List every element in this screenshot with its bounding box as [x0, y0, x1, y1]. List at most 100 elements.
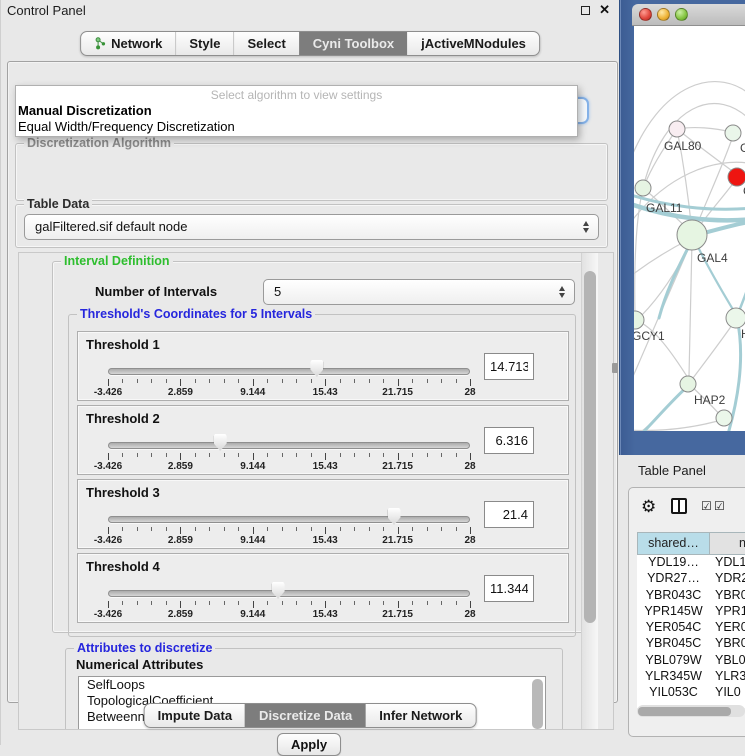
scrollbar-thumb[interactable]	[584, 271, 596, 623]
cell-name: YDR2	[710, 571, 745, 587]
threshold-value-field[interactable]	[484, 575, 534, 602]
tab-impute-data[interactable]: Impute Data	[145, 704, 245, 727]
network-node[interactable]	[680, 376, 696, 392]
algorithm-option-manual-discretization[interactable]: Manual Discretization	[16, 103, 577, 119]
cell-shared-name: YDL19…	[637, 555, 710, 571]
tick-mark	[311, 601, 312, 605]
slider-track[interactable]	[108, 516, 470, 523]
gear-icon[interactable]: ⚙	[641, 496, 656, 518]
table-row[interactable]: YLR345WYLR3	[637, 669, 745, 685]
tab-cyni-toolbox[interactable]: Cyni Toolbox	[299, 32, 407, 55]
network-nodes	[634, 121, 745, 426]
tick-mark	[267, 453, 268, 457]
threshold-value-field[interactable]	[484, 353, 534, 380]
checkbox-icon[interactable]: ☑	[714, 499, 725, 513]
tick-mark	[311, 527, 312, 531]
zoom-traffic-light-icon[interactable]	[675, 8, 688, 21]
group-title-table-data: Table Data	[24, 197, 92, 211]
tick-mark	[166, 379, 167, 383]
tick-mark	[180, 379, 181, 386]
threshold-value-field[interactable]	[484, 427, 534, 454]
split-divider-handle[interactable]	[612, 363, 618, 373]
panel-title: Control Panel	[7, 3, 86, 18]
tab-discretize-data[interactable]: Discretize Data	[245, 704, 365, 727]
table-row[interactable]: YIL053CYIL0	[637, 685, 745, 701]
number-of-intervals-combobox[interactable]: 5	[263, 279, 575, 305]
table-body: YDL19…YDL1YDR27…YDR2YBR043CYBR0YPR145WYP…	[637, 555, 745, 708]
settings-scroll-area: Interval Definition Number of Intervals …	[18, 252, 614, 730]
slider-tick-labels: -3.4262.8599.14415.4321.71528	[108, 461, 470, 473]
node-label-gal11: GAL11	[646, 201, 683, 215]
tick-mark	[398, 453, 399, 460]
tab-select[interactable]: Select	[233, 32, 298, 55]
close-icon[interactable]: ✕	[599, 2, 610, 18]
tick-mark	[137, 453, 138, 457]
combobox-stepper-icon[interactable]	[559, 286, 565, 298]
discretization-algorithm-group: Discretization Algorithm	[15, 143, 608, 201]
minimize-traffic-light-icon[interactable]	[657, 8, 670, 21]
tick-mark	[398, 527, 399, 534]
table-row[interactable]: YDL19…YDL1	[637, 555, 745, 571]
cell-shared-name: YER054C	[637, 620, 710, 636]
right-region: GAL80GCGAL11GAL4GCY1HHAP2 Table Panel ⚙ …	[619, 0, 745, 745]
tick-label: 2.859	[168, 609, 193, 620]
network-node[interactable]	[725, 125, 741, 141]
tab-label: jActiveMNodules	[421, 32, 526, 56]
slider-track[interactable]	[108, 442, 470, 449]
tick-mark	[238, 601, 239, 605]
table-data-combobox[interactable]: galFiltered.sif default node	[24, 214, 599, 240]
threshold-label: Threshold 2	[86, 411, 160, 426]
network-window-titlebar[interactable]	[632, 4, 745, 26]
tick-mark	[253, 601, 254, 608]
slider-tick-labels: -3.4262.8599.14415.4321.71528	[108, 535, 470, 547]
tick-label: 9.144	[240, 609, 265, 620]
tick-mark	[470, 453, 471, 460]
tab-network[interactable]: Network	[81, 32, 175, 55]
tab-label: Network	[111, 32, 162, 56]
threshold-value-field[interactable]	[484, 501, 534, 528]
cyni-toolbox-panel: Discretization Algorithm Table Data galF…	[7, 61, 618, 703]
network-node[interactable]	[677, 220, 707, 250]
float-window-icon[interactable]	[581, 6, 590, 15]
table-row[interactable]: YER054CYER0	[637, 620, 745, 636]
combobox-stepper-icon[interactable]	[583, 221, 589, 233]
tick-label: 28	[464, 387, 475, 398]
algorithm-option-equal-width-frequency-discretization[interactable]: Equal Width/Frequency Discretization	[16, 119, 577, 135]
network-node[interactable]	[716, 410, 732, 426]
table-row[interactable]: YDR27…YDR2	[637, 571, 745, 587]
tab-jactivemnodules[interactable]: jActiveMNodules	[407, 32, 539, 55]
tab-style[interactable]: Style	[175, 32, 233, 55]
tick-mark	[253, 453, 254, 460]
network-node[interactable]	[669, 121, 685, 137]
tick-mark	[427, 527, 428, 531]
slider-track[interactable]	[108, 368, 470, 375]
tick-mark	[456, 379, 457, 383]
close-traffic-light-icon[interactable]	[639, 8, 652, 21]
table-toolbar: ⚙ ☑ ☑	[629, 493, 745, 525]
slider-track[interactable]	[108, 590, 470, 597]
settings-vertical-scrollbar[interactable]	[581, 253, 598, 729]
table-row[interactable]: YBL079WYBL0	[637, 653, 745, 669]
network-canvas[interactable]: GAL80GCGAL11GAL4GCY1HHAP2	[634, 26, 745, 431]
tick-mark	[398, 601, 399, 608]
checkbox-icon[interactable]: ☑	[701, 499, 712, 513]
cell-name: YPR1	[710, 604, 745, 620]
threshold-label: Threshold 3	[86, 485, 160, 500]
attribute-item-selfloops[interactable]: SelfLoops	[79, 677, 545, 693]
column-header-shared-name[interactable]: shared…	[637, 532, 710, 555]
table-horizontal-scrollbar[interactable]	[637, 705, 745, 717]
table-row[interactable]: YPR145WYPR1	[637, 604, 745, 620]
tick-mark	[456, 601, 457, 605]
table-row[interactable]: YBR043CYBR0	[637, 588, 745, 604]
node-label-gal4: GAL4	[697, 251, 728, 265]
scrollbar-thumb[interactable]	[638, 707, 731, 716]
network-node[interactable]	[726, 308, 745, 328]
tab-infer-network[interactable]: Infer Network	[365, 704, 475, 727]
network-node[interactable]	[635, 180, 651, 196]
column-header-name[interactable]: n	[710, 532, 745, 555]
tick-mark	[238, 527, 239, 531]
tick-mark	[137, 379, 138, 383]
list-scrollbar[interactable]	[532, 679, 543, 729]
column-layout-icon[interactable]	[671, 498, 687, 514]
table-row[interactable]: YBR045CYBR0	[637, 636, 745, 652]
